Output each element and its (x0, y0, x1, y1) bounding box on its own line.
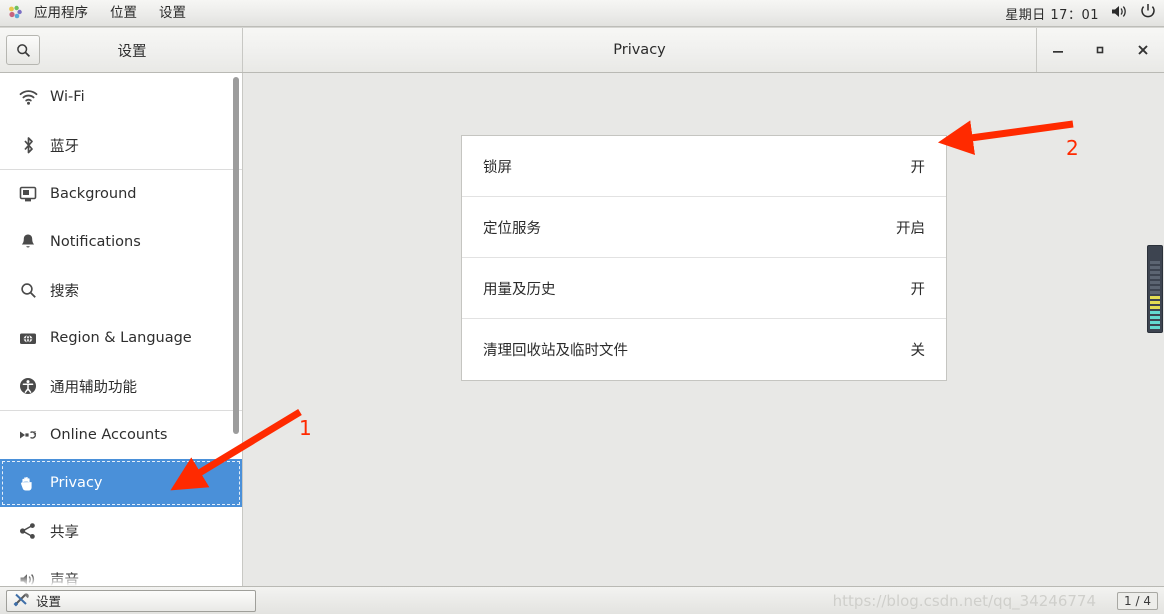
privacy-row-purge-trash-temp[interactable]: 清理回收站及临时文件 关 (462, 319, 946, 380)
row-label: 用量及历史 (483, 281, 556, 298)
online-accounts-icon: s (15, 427, 41, 443)
volume-icon[interactable] (1111, 4, 1128, 23)
sidebar-item-background[interactable]: Background (0, 170, 242, 218)
top-panel: 应用程序 位置 设置 星期日 17：01 (0, 0, 1164, 27)
gauge-bar (1150, 276, 1160, 279)
gauge-bar (1150, 266, 1160, 269)
row-value: 开启 (896, 220, 925, 237)
sidebar-item-label: 搜索 (50, 283, 79, 300)
sidebar-item-search[interactable]: 搜索 (0, 266, 242, 314)
sidebar-item-label: Online Accounts (50, 427, 168, 443)
gauge-bar (1150, 301, 1160, 304)
gauge-bar (1150, 321, 1160, 324)
settings-window: 设置 Privacy Wi-Fi 蓝牙 Background Notificat… (0, 28, 1164, 586)
search-icon (15, 282, 41, 299)
workspace-switcher[interactable]: 1 / 4 (1117, 591, 1158, 610)
monitor-icon (15, 186, 41, 203)
menu-applications[interactable]: 应用程序 (23, 0, 99, 26)
gnome-foot-icon[interactable] (7, 5, 23, 21)
taskbar-window-button-settings[interactable]: 设置 (6, 589, 256, 612)
sidebar-item-sharing[interactable]: 共享 (0, 507, 242, 555)
privacy-content-area: 锁屏 开 定位服务 开启 用量及历史 开 清理回收站及临时文件 关 (244, 73, 1164, 586)
sidebar-item-region-language[interactable]: Region & Language (0, 314, 242, 362)
row-value: 开 (910, 159, 926, 176)
gauge-bar (1150, 286, 1160, 289)
sidebar-item-bluetooth[interactable]: 蓝牙 (0, 121, 242, 169)
row-label: 清理回收站及临时文件 (483, 343, 628, 359)
sidebar-item-label: 共享 (50, 524, 79, 541)
gauge-bar (1150, 271, 1160, 274)
sidebar-item-universal-access[interactable]: 通用辅助功能 (0, 362, 242, 410)
search-icon (16, 43, 30, 57)
row-label: 锁屏 (483, 159, 512, 176)
sidebar-item-wifi[interactable]: Wi-Fi (0, 73, 242, 121)
taskbar-window-label: 设置 (36, 594, 62, 609)
hand-icon (15, 474, 41, 492)
privacy-row-usage-history[interactable]: 用量及历史 开 (462, 258, 946, 319)
maximize-icon (1097, 46, 1104, 54)
system-monitor-gauge (1147, 245, 1163, 333)
row-value: 关 (910, 343, 926, 359)
annotation-label-2: 2 (1066, 136, 1079, 160)
settings-sidebar[interactable]: Wi-Fi 蓝牙 Background Notifications 搜索 Reg… (0, 73, 243, 586)
sidebar-bottom-fade (0, 574, 242, 586)
gauge-bar (1150, 281, 1160, 284)
sidebar-item-online-accounts[interactable]: s Online Accounts (0, 411, 242, 459)
sidebar-headerbar: 设置 (0, 28, 243, 72)
privacy-row-lock-screen[interactable]: 锁屏 开 (462, 136, 946, 197)
page-title: Privacy (613, 42, 666, 58)
gauge-bar (1150, 316, 1160, 319)
panel-status-area: 星期日 17：01 (1005, 3, 1164, 23)
gauge-bar (1150, 296, 1160, 299)
window-controls (1036, 28, 1164, 72)
sidebar-item-label: Notifications (50, 234, 141, 250)
share-icon (15, 522, 41, 540)
svg-text:s: s (33, 429, 36, 436)
privacy-row-location-services[interactable]: 定位服务 开启 (462, 197, 946, 258)
window-titlebar: 设置 Privacy (0, 28, 1164, 73)
privacy-options-card: 锁屏 开 定位服务 开启 用量及历史 开 清理回收站及临时文件 关 (461, 135, 947, 381)
sidebar-item-label: Wi-Fi (50, 89, 85, 105)
gauge-bar (1150, 311, 1160, 314)
sidebar-item-label: Background (50, 186, 137, 202)
sidebar-item-privacy[interactable]: Privacy (0, 459, 242, 507)
watermark-text: https://blog.csdn.net/qq_34246774 (832, 592, 1096, 610)
gauge-bar (1150, 306, 1160, 309)
taskbar-right-area: 1 / 4 (1117, 591, 1164, 610)
accessibility-icon (15, 377, 41, 395)
sidebar-scrollbar-thumb[interactable] (233, 77, 239, 434)
window-title-area: Privacy (243, 28, 1036, 72)
row-label: 定位服务 (483, 220, 541, 237)
tools-icon (13, 592, 30, 610)
sidebar-item-label: Region & Language (50, 330, 192, 346)
gauge-bar (1150, 326, 1160, 329)
menu-places[interactable]: 位置 (99, 0, 148, 26)
globe-icon (15, 331, 41, 346)
bell-icon (15, 233, 41, 251)
sidebar-item-label: Privacy (50, 475, 103, 491)
sidebar-title: 设置 (117, 43, 147, 60)
minimize-button[interactable] (1044, 36, 1072, 64)
sidebar-item-notifications[interactable]: Notifications (0, 218, 242, 266)
annotation-label-1: 1 (299, 416, 312, 440)
close-icon (1138, 45, 1148, 55)
bluetooth-icon (15, 136, 41, 155)
power-icon[interactable] (1140, 3, 1156, 23)
search-button[interactable] (6, 35, 40, 65)
row-value: 开 (910, 281, 926, 298)
desktop-screen: 应用程序 位置 设置 星期日 17：01 设置 Privacy Wi-Fi 蓝牙… (0, 0, 1164, 614)
close-button[interactable] (1129, 36, 1157, 64)
gauge-bar (1150, 291, 1160, 294)
menu-settings[interactable]: 设置 (148, 0, 197, 26)
minimize-icon (1053, 51, 1064, 53)
maximize-button[interactable] (1086, 36, 1114, 64)
sidebar-item-label: 蓝牙 (50, 138, 79, 155)
gauge-bar (1150, 261, 1160, 264)
clock[interactable]: 星期日 17：01 (1005, 4, 1099, 23)
sidebar-item-label: 通用辅助功能 (50, 379, 137, 396)
wifi-icon (15, 89, 41, 105)
